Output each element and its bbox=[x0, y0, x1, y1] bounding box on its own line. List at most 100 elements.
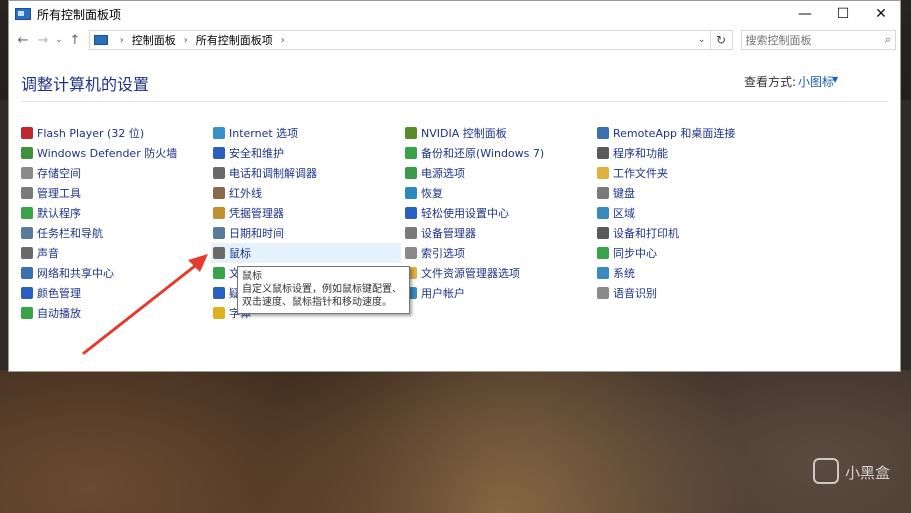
file-history-icon bbox=[213, 267, 225, 279]
back-button[interactable]: ← bbox=[13, 33, 33, 48]
control-panel-item[interactable]: NVIDIA 控制面板 bbox=[403, 123, 593, 143]
control-panel-item[interactable]: 安全和维护 bbox=[211, 143, 401, 163]
item-label: 用户帐户 bbox=[421, 287, 465, 300]
item-label: 系统 bbox=[613, 267, 635, 280]
view-by-dropdown[interactable]: 小图标 bbox=[798, 73, 834, 90]
control-panel-item[interactable]: 语音识别 bbox=[595, 283, 785, 303]
control-panel-item[interactable]: 凭据管理器 bbox=[211, 203, 401, 223]
chevron-down-icon[interactable]: ▼ bbox=[832, 75, 838, 84]
control-panel-item[interactable]: 文件资源管理器选项 bbox=[403, 263, 593, 283]
page-title: 调整计算机的设置 bbox=[21, 75, 150, 94]
items-column-4: RemoteApp 和桌面连接 程序和功能工作文件夹 键盘区域设备和打印机同步中心系… bbox=[595, 123, 785, 303]
item-label: 管理工具 bbox=[37, 187, 81, 200]
control-panel-item[interactable]: 用户帐户 bbox=[403, 283, 593, 303]
item-label: 电话和调制解调器 bbox=[229, 167, 317, 180]
microphone-icon bbox=[597, 287, 609, 299]
control-panel-item[interactable]: 红外线 bbox=[211, 183, 401, 203]
control-panel-item[interactable]: 键盘 bbox=[595, 183, 785, 203]
address-dropdown-icon[interactable]: ⌄ bbox=[694, 35, 710, 45]
control-panel-item[interactable]: 轻松使用设置中心 bbox=[403, 203, 593, 223]
control-panel-app-icon bbox=[15, 8, 31, 20]
control-panel-item[interactable]: 颜色管理 bbox=[19, 283, 209, 303]
control-panel-item[interactable]: 设备和打印机 bbox=[595, 223, 785, 243]
control-panel-item[interactable]: 区域 bbox=[595, 203, 785, 223]
refresh-icon[interactable]: ↻ bbox=[710, 30, 733, 50]
item-label: NVIDIA 控制面板 bbox=[421, 127, 507, 140]
network-icon bbox=[21, 267, 33, 279]
control-panel-item[interactable]: Windows Defender 防火墙 bbox=[19, 143, 209, 163]
item-label: 恢复 bbox=[421, 187, 443, 200]
item-label: 网络和共享中心 bbox=[37, 267, 114, 280]
watermark-logo-icon bbox=[813, 458, 839, 484]
breadcrumb-separator-icon[interactable]: › bbox=[120, 35, 124, 46]
sync-icon bbox=[597, 247, 609, 259]
control-panel-item[interactable]: 电源选项 bbox=[403, 163, 593, 183]
item-label: 索引选项 bbox=[421, 247, 465, 260]
control-panel-item[interactable]: 备份和还原(Windows 7) bbox=[403, 143, 593, 163]
items-column-1: Flash Player (32 位) Windows Defender 防火墙存… bbox=[19, 123, 209, 323]
breadcrumb-all-items[interactable]: 所有控制面板项 bbox=[196, 32, 273, 48]
control-panel-item[interactable]: 电话和调制解调器 bbox=[211, 163, 401, 183]
control-panel-item[interactable]: 日期和时间 bbox=[211, 223, 401, 243]
breadcrumb-control-panel[interactable]: 控制面板 bbox=[132, 32, 176, 48]
tooltip-title: 鼠标 bbox=[242, 271, 262, 282]
control-panel-location-icon bbox=[93, 35, 108, 45]
item-label: 程序和功能 bbox=[613, 147, 668, 160]
item-label: 区域 bbox=[613, 207, 635, 220]
system-icon bbox=[597, 267, 609, 279]
control-panel-item[interactable]: 同步中心 bbox=[595, 243, 785, 263]
internet-options-icon bbox=[213, 127, 225, 139]
item-label: RemoteApp 和桌面连接 bbox=[613, 127, 736, 140]
item-label: 声音 bbox=[37, 247, 59, 260]
desktop-edge-right bbox=[901, 100, 911, 370]
item-label: 日期和时间 bbox=[229, 227, 284, 240]
control-panel-item[interactable]: 存储空间 bbox=[19, 163, 209, 183]
control-panel-item[interactable]: 鼠标 bbox=[211, 243, 401, 263]
recent-locations-dropdown[interactable]: ⌄ bbox=[53, 35, 65, 45]
control-panel-item[interactable]: 恢复 bbox=[403, 183, 593, 203]
up-button[interactable]: ↑ bbox=[65, 33, 85, 48]
control-panel-item[interactable]: 默认程序 bbox=[19, 203, 209, 223]
maximize-button[interactable]: ☐ bbox=[824, 1, 862, 27]
control-panel-item[interactable]: 索引选项 bbox=[403, 243, 593, 263]
control-panel-item[interactable]: Flash Player (32 位) bbox=[19, 123, 209, 143]
search-icon[interactable]: ⌕ bbox=[885, 33, 891, 47]
item-label: 同步中心 bbox=[613, 247, 657, 260]
minimize-button[interactable]: — bbox=[786, 1, 824, 27]
search-box[interactable]: ⌕ bbox=[740, 30, 897, 50]
control-panel-item[interactable]: 任务栏和导航 bbox=[19, 223, 209, 243]
item-label: 文件资源管理器选项 bbox=[421, 267, 520, 280]
breadcrumb-separator-icon[interactable]: › bbox=[184, 35, 188, 46]
region-icon bbox=[597, 207, 609, 219]
indexing-icon bbox=[405, 247, 417, 259]
item-label: 任务栏和导航 bbox=[37, 227, 103, 240]
control-panel-item[interactable]: 自动播放 bbox=[19, 303, 209, 323]
control-panel-item[interactable]: Internet 选项 bbox=[211, 123, 401, 143]
item-label: 凭据管理器 bbox=[229, 207, 284, 220]
control-panel-item[interactable]: 网络和共享中心 bbox=[19, 263, 209, 283]
control-panel-item[interactable]: 声音 bbox=[19, 243, 209, 263]
device-manager-icon bbox=[405, 227, 417, 239]
control-panel-item[interactable]: RemoteApp 和桌面连接 bbox=[595, 123, 785, 143]
control-panel-item[interactable]: 设备管理器 bbox=[403, 223, 593, 243]
control-panel-item[interactable]: 系统 bbox=[595, 263, 785, 283]
close-button[interactable]: ✕ bbox=[862, 1, 900, 27]
title-bar[interactable]: 所有控制面板项 — ☐ ✕ bbox=[9, 1, 900, 27]
flash-icon bbox=[21, 127, 33, 139]
control-panel-item[interactable]: 工作文件夹 bbox=[595, 163, 785, 183]
breadcrumb-separator-icon[interactable]: › bbox=[281, 35, 285, 46]
item-label: 语音识别 bbox=[613, 287, 657, 300]
control-panel-item[interactable]: 程序和功能 bbox=[595, 143, 785, 163]
security-flag-icon bbox=[213, 147, 225, 159]
address-bar[interactable]: › 控制面板 › 所有控制面板项 › ⌄ bbox=[88, 30, 711, 50]
mouse-tooltip: 鼠标 自定义鼠标设置，例如鼠标键配置、 双击速度、鼠标指针和移动速度。 bbox=[237, 266, 410, 314]
search-input[interactable] bbox=[745, 33, 885, 47]
tooltip-line-2: 双击速度、鼠标指针和移动速度。 bbox=[242, 297, 392, 308]
item-label: 默认程序 bbox=[37, 207, 81, 220]
divider bbox=[21, 101, 888, 102]
control-panel-item[interactable]: 管理工具 bbox=[19, 183, 209, 203]
storage-icon bbox=[21, 167, 33, 179]
default-programs-icon bbox=[21, 207, 33, 219]
forward-button[interactable]: → bbox=[33, 33, 53, 48]
mouse-icon bbox=[213, 247, 225, 259]
